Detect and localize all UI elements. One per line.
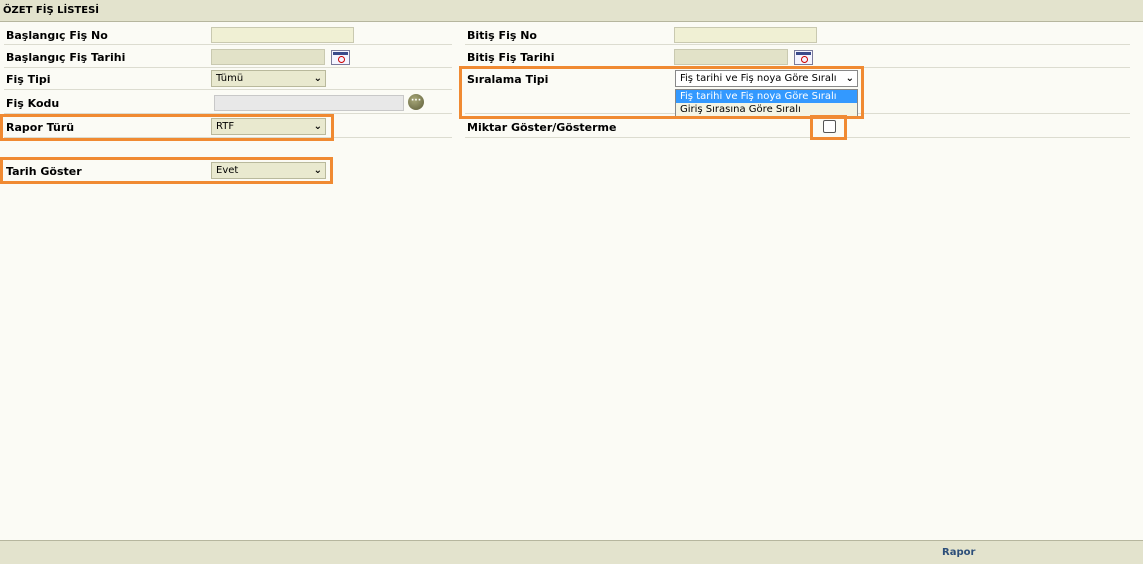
rapor-button[interactable]: Rapor — [942, 547, 975, 558]
calendar-icon[interactable] — [794, 50, 813, 65]
baslangic-fis-no-label: Başlangıç Fiş No — [6, 29, 108, 42]
row-separator — [465, 44, 1130, 45]
bitis-fis-no-input[interactable] — [674, 27, 817, 43]
fis-kodu-input[interactable] — [214, 95, 404, 111]
baslangic-fis-tarihi-label: Başlangıç Fiş Tarihi — [6, 51, 126, 64]
bitis-fis-tarihi-input[interactable] — [674, 49, 788, 65]
page-title: ÖZET FİŞ LİSTESİ — [3, 5, 99, 16]
highlight-miktar-goster — [810, 115, 847, 140]
row-separator — [4, 44, 452, 45]
highlight-rapor-turu — [0, 114, 334, 141]
bitis-fis-no-label: Bitiş Fiş No — [467, 29, 537, 42]
page-footer: Rapor — [0, 540, 1143, 564]
row-separator — [4, 89, 452, 90]
fis-tipi-value: Tümü — [216, 73, 244, 84]
baslangic-fis-tarihi-input[interactable] — [211, 49, 325, 65]
fis-kodu-label: Fiş Kodu — [6, 97, 60, 110]
row-separator — [4, 67, 452, 68]
row-separator — [465, 137, 1130, 138]
chevron-down-icon: ⌄ — [313, 73, 322, 84]
bitis-fis-tarihi-label: Bitiş Fiş Tarihi — [467, 51, 555, 64]
fis-tipi-label: Fiş Tipi — [6, 73, 51, 86]
highlight-siralama-tipi — [459, 66, 864, 119]
miktar-goster-label: Miktar Göster/Gösterme — [467, 121, 617, 134]
baslangic-fis-no-input[interactable] — [211, 27, 354, 43]
highlight-tarih-goster — [0, 157, 333, 184]
ellipsis-icon[interactable]: ··· — [408, 94, 424, 110]
page-header: ÖZET FİŞ LİSTESİ — [0, 0, 1143, 22]
fis-tipi-select[interactable]: Tümü ⌄ — [211, 70, 326, 87]
calendar-icon[interactable] — [331, 50, 350, 65]
